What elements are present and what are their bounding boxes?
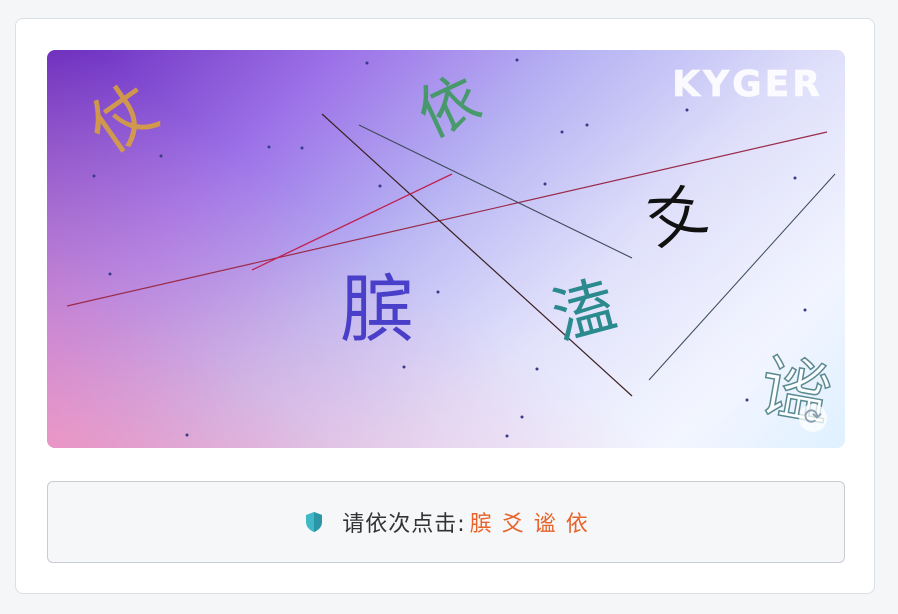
- prompt-bar: 请依次点击: 膑 爻 谧 依: [47, 481, 845, 563]
- target-char-4: 依: [565, 512, 588, 537]
- captcha-glyph-bin[interactable]: 膑: [340, 273, 414, 347]
- target-characters: 膑 爻 谧 依: [470, 506, 588, 538]
- noise-line: [251, 173, 453, 271]
- noise-line: [321, 113, 633, 397]
- captcha-image[interactable]: KYGER 仗 依 爻 膑 溘 谧 ⟳: [47, 50, 845, 448]
- shield-icon: [306, 512, 323, 532]
- prompt-instruction: 请依次点击:: [342, 512, 466, 537]
- noise-line: [358, 124, 633, 259]
- kyger-logo: KYGER: [672, 64, 823, 106]
- noise-line: [66, 131, 828, 307]
- target-char-1: 膑: [469, 512, 492, 537]
- target-char-3: 谧: [533, 512, 556, 537]
- refresh-icon[interactable]: ⟳: [799, 404, 827, 432]
- target-char-2: 爻: [501, 512, 524, 537]
